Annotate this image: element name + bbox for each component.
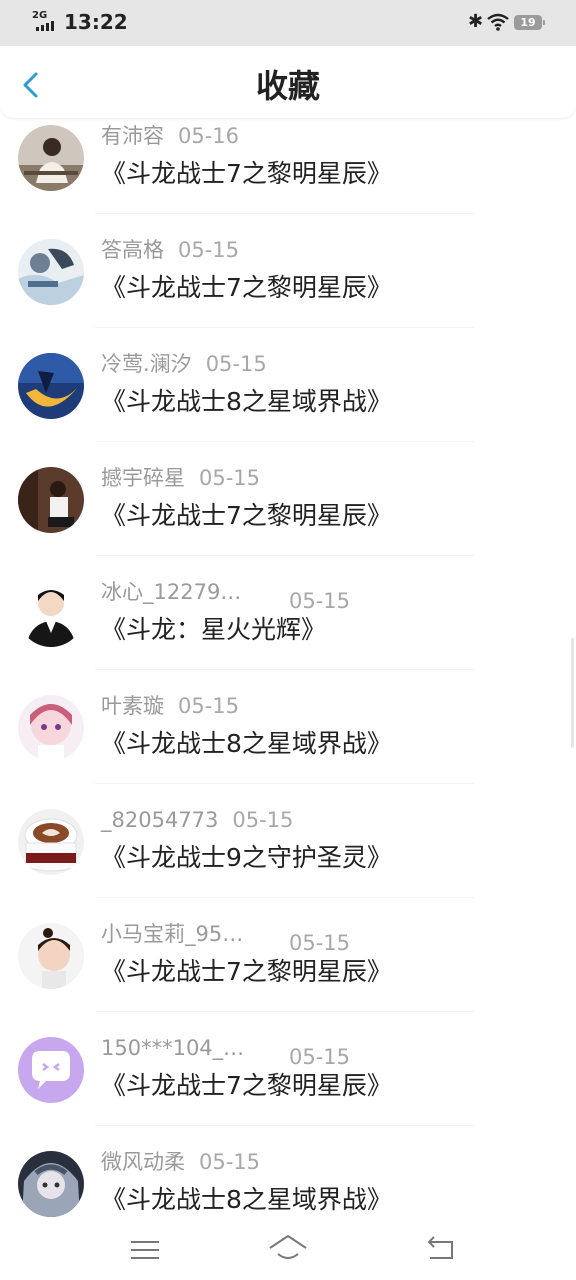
bluetooth-icon: ✱ — [468, 11, 484, 32]
battery-icon: 19 — [514, 15, 545, 30]
list-item[interactable]: 冰心_12279… 05-15 《斗龙：星火光辉》 — [0, 574, 576, 688]
date: 05-15 — [232, 808, 294, 832]
divider — [95, 783, 475, 784]
username: 冷莺.澜汐 — [101, 352, 192, 376]
date: 05-15 — [199, 1150, 261, 1174]
list-item[interactable]: 小马宝莉_95… 05-15 《斗龙战士7之黎明星辰》 — [0, 916, 576, 1030]
scrollbar[interactable] — [571, 638, 574, 748]
work-title[interactable]: 《斗龙战士7之黎明星辰》 — [101, 498, 392, 534]
username: 叶素璇 — [101, 694, 164, 718]
network-type: 2G — [32, 10, 48, 21]
list-item[interactable]: _82054773 05-15 《斗龙战士9之守护圣灵》 — [0, 802, 576, 916]
work-title[interactable]: 《斗龙战士8之星域界战》 — [101, 726, 392, 762]
header: 收藏 — [0, 46, 576, 119]
username: _82054773 — [101, 808, 219, 832]
username: 冰心_12279… — [101, 580, 242, 604]
signal-icon: 2G — [32, 11, 58, 33]
divider — [95, 327, 475, 328]
work-title[interactable]: 《斗龙战士7之黎明星辰》 — [101, 1068, 392, 1104]
wifi-icon — [487, 13, 509, 31]
date: 05-15 — [205, 352, 267, 376]
avatar[interactable] — [18, 809, 84, 875]
username: 撼宇碎星 — [101, 466, 185, 490]
favorites-list[interactable]: 有沛容 05-16 《斗龙战士7之黎明星辰》 答高格 05-15 《斗龙战士7之黎明… — [0, 118, 576, 1222]
divider — [95, 897, 475, 898]
date: 05-16 — [178, 124, 240, 148]
list-item[interactable]: 撼宇碎星 05-15 《斗龙战士7之黎明星辰》 — [0, 460, 576, 574]
username: 微风动柔 — [101, 1150, 185, 1174]
avatar[interactable] — [18, 581, 84, 647]
page-title: 收藏 — [255, 67, 320, 105]
avatar[interactable] — [18, 125, 84, 191]
divider — [95, 1011, 475, 1012]
avatar[interactable] — [18, 695, 84, 761]
divider — [95, 555, 475, 556]
list-item[interactable]: 微风动柔 05-15 《斗龙战士8之星域界战》 — [0, 1144, 576, 1222]
username: 有沛容 — [101, 124, 164, 148]
divider — [95, 669, 475, 670]
list-item[interactable]: 答高格 05-15 《斗龙战士7之黎明星辰》 — [0, 232, 576, 346]
list-item[interactable]: 冷莺.澜汐 05-15 《斗龙战士8之星域界战》 — [0, 346, 576, 460]
work-title[interactable]: 《斗龙战士7之黎明星辰》 — [101, 156, 392, 192]
back-nav-icon[interactable] — [424, 1234, 456, 1264]
date: 05-15 — [199, 466, 261, 490]
work-title[interactable]: 《斗龙战士7之黎明星辰》 — [101, 270, 392, 306]
work-title[interactable]: 《斗龙战士9之守护圣灵》 — [101, 840, 392, 876]
system-nav-bar — [0, 1222, 576, 1280]
divider — [95, 1125, 475, 1126]
work-title[interactable]: 《斗龙战士8之星域界战》 — [101, 384, 392, 420]
avatar[interactable] — [18, 467, 84, 533]
username: 答高格 — [101, 238, 164, 262]
menu-icon[interactable] — [130, 1236, 160, 1264]
divider — [95, 213, 475, 214]
divider — [95, 441, 475, 442]
list-item[interactable]: 有沛容 05-16 《斗龙战士7之黎明星辰》 — [0, 118, 576, 232]
list-item[interactable]: 150***104_… 05-15 《斗龙战士7之黎明星辰》 — [0, 1030, 576, 1144]
username: 150***104_… — [101, 1036, 245, 1060]
date: 05-15 — [178, 694, 240, 718]
home-icon[interactable] — [268, 1232, 308, 1266]
avatar[interactable] — [18, 1151, 84, 1217]
avatar[interactable] — [18, 1037, 84, 1103]
avatar[interactable] — [18, 353, 84, 419]
date: 05-15 — [178, 238, 240, 262]
username: 小马宝莉_95… — [101, 922, 244, 946]
list-item[interactable]: 叶素璇 05-15 《斗龙战士8之星域界战》 — [0, 688, 576, 802]
work-title[interactable]: 《斗龙：星火光辉》 — [101, 612, 326, 648]
status-bar: 2G 13:22 ✱ 19 — [0, 0, 576, 46]
avatar[interactable] — [18, 239, 84, 305]
work-title[interactable]: 《斗龙战士8之星域界战》 — [101, 1182, 392, 1218]
work-title[interactable]: 《斗龙战士7之黎明星辰》 — [101, 954, 392, 990]
clock: 13:22 — [64, 10, 128, 34]
avatar[interactable] — [18, 923, 84, 989]
